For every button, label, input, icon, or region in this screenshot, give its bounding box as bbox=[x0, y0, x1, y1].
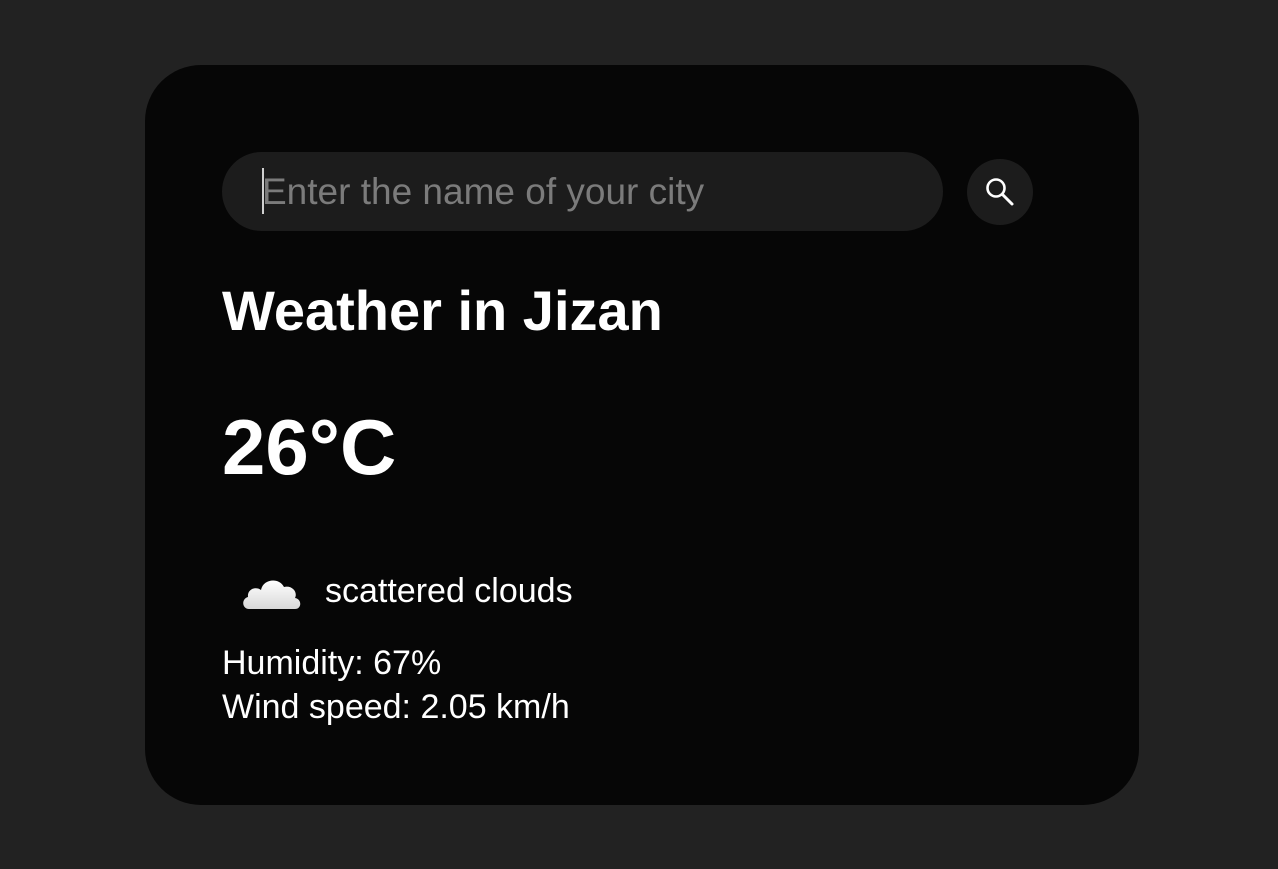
city-title: Weather in Jizan bbox=[222, 279, 663, 342]
city-search-input[interactable] bbox=[222, 152, 943, 231]
text-caret bbox=[262, 168, 264, 214]
search-icon bbox=[983, 175, 1017, 209]
weather-condition: scattered clouds bbox=[239, 567, 573, 615]
wind-speed: Wind speed: 2.05 km/h bbox=[222, 688, 570, 726]
humidity: Humidity: 67% bbox=[222, 644, 442, 682]
cloud-icon bbox=[239, 567, 305, 615]
temperature: 26°C bbox=[222, 403, 397, 491]
search-bar bbox=[222, 152, 1033, 231]
weather-description: scattered clouds bbox=[325, 571, 573, 610]
weather-card: Weather in Jizan 26°C scattered clouds H… bbox=[145, 65, 1139, 805]
search-input-wrapper bbox=[222, 152, 943, 231]
search-button[interactable] bbox=[967, 158, 1033, 225]
